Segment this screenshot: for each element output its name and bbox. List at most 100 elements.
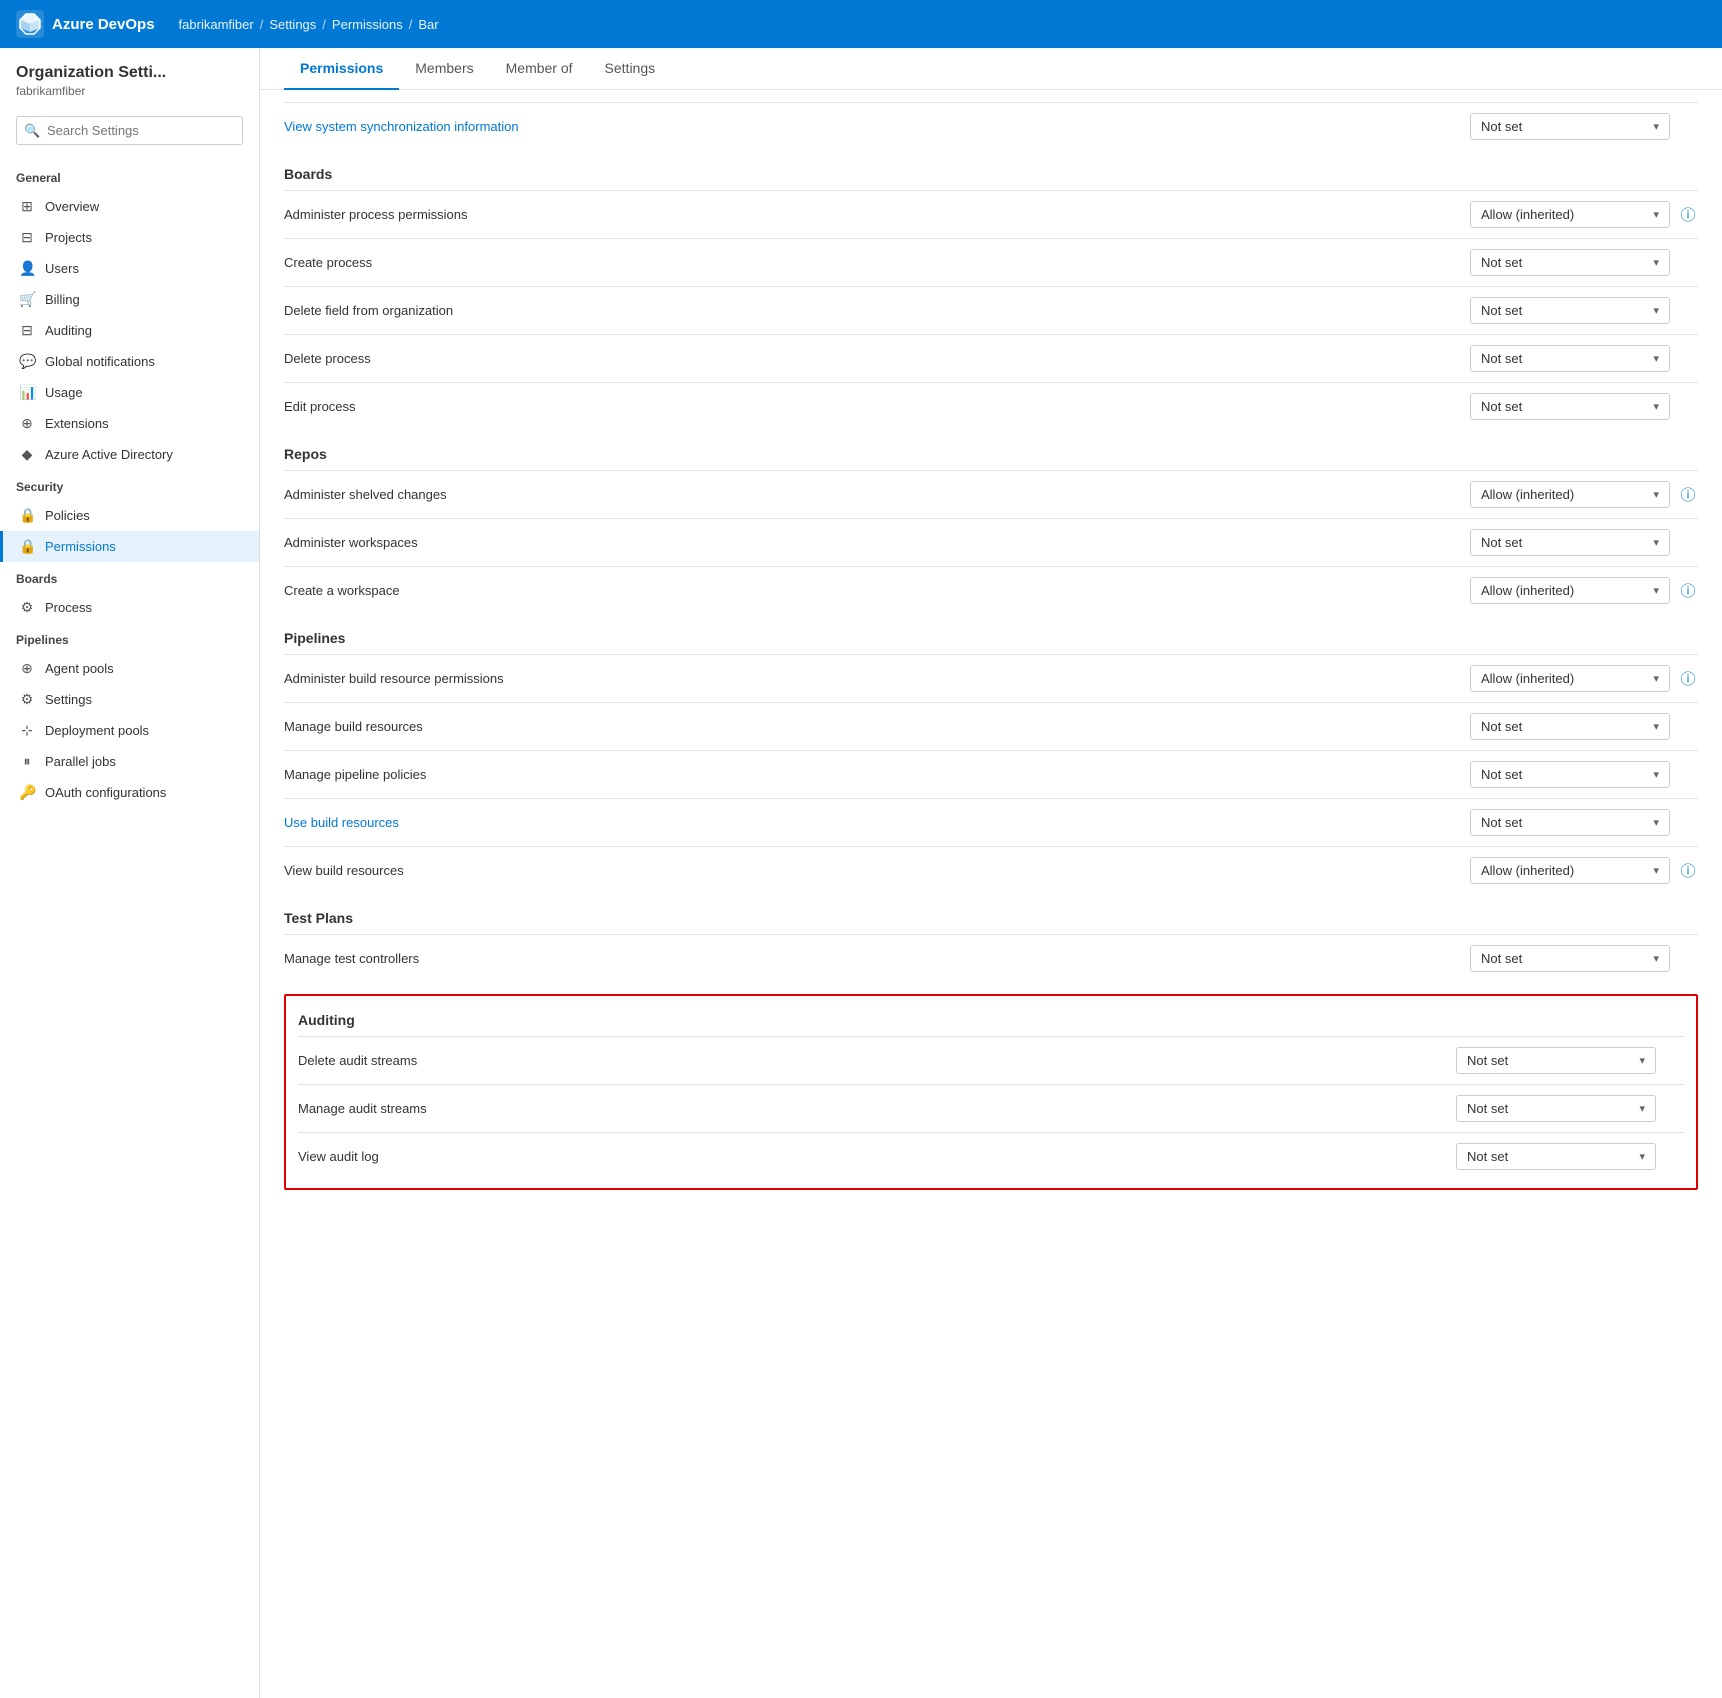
permissions-content: View system synchronization information … [260, 90, 1722, 1698]
search-input[interactable] [16, 116, 243, 145]
section-heading-repos: Repos [284, 430, 1698, 470]
perm-select[interactable]: Not set ▾ [1456, 1143, 1656, 1170]
sidebar-item-label: Permissions [45, 539, 116, 554]
billing-icon: 🛒 [19, 291, 35, 308]
sidebar-item-projects[interactable]: ⊟ Projects [0, 222, 259, 253]
perm-select[interactable]: Allow (inherited) ▾ [1470, 857, 1670, 884]
perm-select[interactable]: Not set ▾ [1470, 761, 1670, 788]
sidebar-item-azure-active-directory[interactable]: ◆ Azure Active Directory [0, 439, 259, 470]
org-title: Organization Setti... [16, 64, 243, 82]
sidebar-item-deployment-pools[interactable]: ⊹ Deployment pools [0, 715, 259, 746]
sidebar-item-policies[interactable]: 🔒 Policies [0, 500, 259, 531]
perm-value-text: Not set [1467, 1149, 1508, 1164]
permissions-icon: 🔒 [19, 538, 35, 555]
breadcrumb-settings[interactable]: Settings [269, 17, 316, 32]
perm-select[interactable]: Not set ▾ [1470, 809, 1670, 836]
auditing-icon: ⊟ [19, 322, 35, 339]
settings-icon: ⚙ [19, 691, 35, 708]
tab-permissions[interactable]: Permissions [284, 48, 399, 90]
perm-select[interactable]: Not set ▾ [1470, 945, 1670, 972]
sidebar-item-process[interactable]: ⚙ Process [0, 592, 259, 623]
perm-select[interactable]: Not set ▾ [1470, 529, 1670, 556]
sidebar-item-label: OAuth configurations [45, 785, 166, 800]
perm-select[interactable]: Not set ▾ [1456, 1095, 1656, 1122]
perm-select[interactable]: Allow (inherited) ▾ [1470, 481, 1670, 508]
chevron-down-icon: ▾ [1653, 536, 1659, 549]
tab-members[interactable]: Members [399, 48, 489, 90]
sidebar-item-agent-pools[interactable]: ⊕ Agent pools [0, 653, 259, 684]
info-icon[interactable]: ⓘ [1678, 580, 1698, 601]
breadcrumb-sep3: / [409, 17, 413, 32]
info-icon[interactable]: ⓘ [1678, 668, 1698, 689]
perm-value-wrap: Allow (inherited) ▾ ⓘ [1470, 665, 1698, 692]
sidebar-item-label: Process [45, 600, 92, 615]
perm-row: View audit log Not set ▾ [298, 1132, 1684, 1180]
perm-value-text: Allow (inherited) [1481, 487, 1574, 502]
sidebar-item-parallel-jobs[interactable]: ⏸ Parallel jobs [0, 746, 259, 777]
perm-row: Delete process Not set ▾ [284, 334, 1698, 382]
info-icon[interactable]: ⓘ [1678, 860, 1698, 881]
section-heading-auditing: Auditing [298, 996, 1684, 1036]
deployment-pools-icon: ⊹ [19, 722, 35, 739]
perm-select[interactable]: Not set ▾ [1470, 249, 1670, 276]
sidebar-item-global-notifications[interactable]: 💬 Global notifications [0, 346, 259, 377]
sidebar-item-auditing[interactable]: ⊟ Auditing [0, 315, 259, 346]
sidebar-item-oauth[interactable]: 🔑 OAuth configurations [0, 777, 259, 808]
sidebar-item-usage[interactable]: 📊 Usage [0, 377, 259, 408]
perm-label: Manage audit streams [298, 1101, 1456, 1116]
perm-value-text: Not set [1481, 951, 1522, 966]
section-heading-test-plans: Test Plans [284, 894, 1698, 934]
perm-label: Edit process [284, 399, 1470, 414]
breadcrumb-permissions[interactable]: Permissions [332, 17, 403, 32]
perm-select[interactable]: Not set ▾ [1470, 393, 1670, 420]
azure-devops-logo-icon [16, 10, 44, 38]
app-name: Azure DevOps [52, 16, 155, 33]
process-icon: ⚙ [19, 599, 35, 616]
sidebar-item-permissions[interactable]: 🔒 Permissions [0, 531, 259, 562]
perm-value-text: Allow (inherited) [1481, 863, 1574, 878]
perm-select[interactable]: Not set ▾ [1456, 1047, 1656, 1074]
sidebar-item-overview[interactable]: ⊞ Overview [0, 191, 259, 222]
perm-select[interactable]: Allow (inherited) ▾ [1470, 577, 1670, 604]
app-logo[interactable]: Azure DevOps [16, 10, 155, 38]
perm-select[interactable]: Not set ▾ [1470, 113, 1670, 140]
sidebar-item-label: Settings [45, 692, 92, 707]
sidebar-item-label: Agent pools [45, 661, 114, 676]
perm-select[interactable]: Not set ▾ [1470, 713, 1670, 740]
perm-label[interactable]: View system synchronization information [284, 119, 1470, 134]
perm-value-wrap: Not set ▾ [1470, 345, 1698, 372]
sidebar-item-label: Auditing [45, 323, 92, 338]
perm-value-wrap: Not set ▾ [1470, 713, 1698, 740]
sidebar-item-extensions[interactable]: ⊕ Extensions [0, 408, 259, 439]
perm-select[interactable]: Not set ▾ [1470, 345, 1670, 372]
chevron-down-icon: ▾ [1653, 256, 1659, 269]
parallel-jobs-icon: ⏸ [19, 753, 35, 770]
chevron-down-icon: ▾ [1639, 1150, 1645, 1163]
perm-row: Create process Not set ▾ [284, 238, 1698, 286]
perm-label[interactable]: Use build resources [284, 815, 1470, 830]
perm-value-wrap: Not set ▾ [1470, 249, 1698, 276]
sidebar-item-label: Overview [45, 199, 99, 214]
perm-section-top: View system synchronization information … [284, 102, 1698, 150]
tab-member-of[interactable]: Member of [490, 48, 589, 90]
sidebar-item-billing[interactable]: 🛒 Billing [0, 284, 259, 315]
perm-section-auditing: Auditing Delete audit streams Not set ▾ … [284, 994, 1698, 1190]
sidebar-item-users[interactable]: 👤 Users [0, 253, 259, 284]
chevron-down-icon: ▾ [1653, 352, 1659, 365]
info-icon[interactable]: ⓘ [1678, 484, 1698, 505]
perm-value-wrap: Not set ▾ [1470, 945, 1698, 972]
perm-label: Administer shelved changes [284, 487, 1470, 502]
perm-label: Delete field from organization [284, 303, 1470, 318]
chevron-down-icon: ▾ [1653, 304, 1659, 317]
sidebar-item-settings[interactable]: ⚙ Settings [0, 684, 259, 715]
chevron-down-icon: ▾ [1653, 400, 1659, 413]
info-icon[interactable]: ⓘ [1678, 204, 1698, 225]
breadcrumb-org[interactable]: fabrikamfiber [179, 17, 254, 32]
perm-select[interactable]: Not set ▾ [1470, 297, 1670, 324]
sidebar-item-label: Billing [45, 292, 80, 307]
perm-value-wrap: Allow (inherited) ▾ ⓘ [1470, 857, 1698, 884]
tab-settings[interactable]: Settings [589, 48, 672, 90]
perm-select[interactable]: Allow (inherited) ▾ [1470, 665, 1670, 692]
perm-select[interactable]: Allow (inherited) ▾ [1470, 201, 1670, 228]
sidebar-item-label: Deployment pools [45, 723, 149, 738]
